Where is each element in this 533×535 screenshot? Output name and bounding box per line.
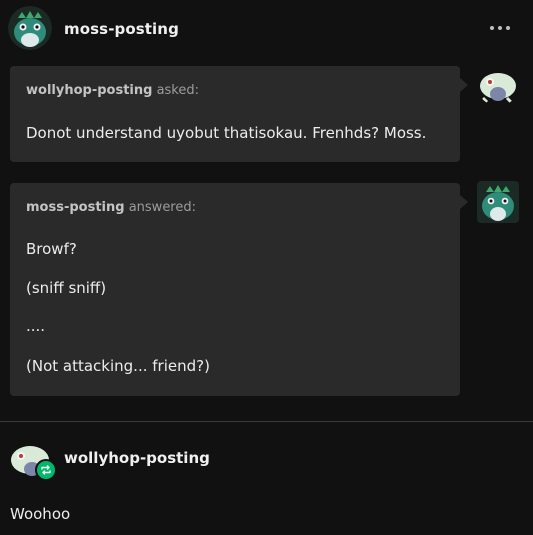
answer-line: .... <box>26 317 46 335</box>
asked-label: asked: <box>156 83 199 98</box>
moss-creature-icon <box>477 181 519 223</box>
answer-bubble: moss-posting answered: Browf? (sniff sni… <box>10 183 468 396</box>
more-dots-icon[interactable] <box>490 20 516 36</box>
moss-avatar[interactable] <box>8 6 52 50</box>
post-divider <box>0 421 533 422</box>
reblog-author-name[interactable]: wollyhop-posting <box>64 449 210 467</box>
dot <box>498 26 502 30</box>
answer-line: (sniff sniff) <box>26 279 107 297</box>
dot <box>506 26 510 30</box>
reblog-body-text: Woohoo <box>10 505 71 523</box>
question-text: Donot understand uyobut thatisokau. Fren… <box>26 124 427 142</box>
answerer-avatar[interactable] <box>477 181 519 223</box>
answerer-name[interactable]: moss-posting <box>26 200 125 215</box>
answer-line: (Not attacking... friend?) <box>26 357 210 375</box>
question-bubble: wollyhop-posting asked: Donot understand… <box>10 66 468 162</box>
question-meta: wollyhop-posting asked: <box>26 83 199 98</box>
answered-label: answered: <box>128 200 197 215</box>
post-header: moss-posting <box>0 0 533 58</box>
reblog-badge <box>35 459 57 481</box>
dot <box>490 26 494 30</box>
reblog-icon <box>41 465 51 475</box>
answer-line: Browf? <box>26 240 77 258</box>
post-author-name[interactable]: moss-posting <box>64 20 179 38</box>
asker-name[interactable]: wollyhop-posting <box>26 83 152 98</box>
asker-avatar[interactable] <box>477 64 519 106</box>
wollyhop-creature-icon <box>477 64 519 106</box>
moss-creature-icon <box>8 6 52 50</box>
answer-meta: moss-posting answered: <box>26 200 196 215</box>
